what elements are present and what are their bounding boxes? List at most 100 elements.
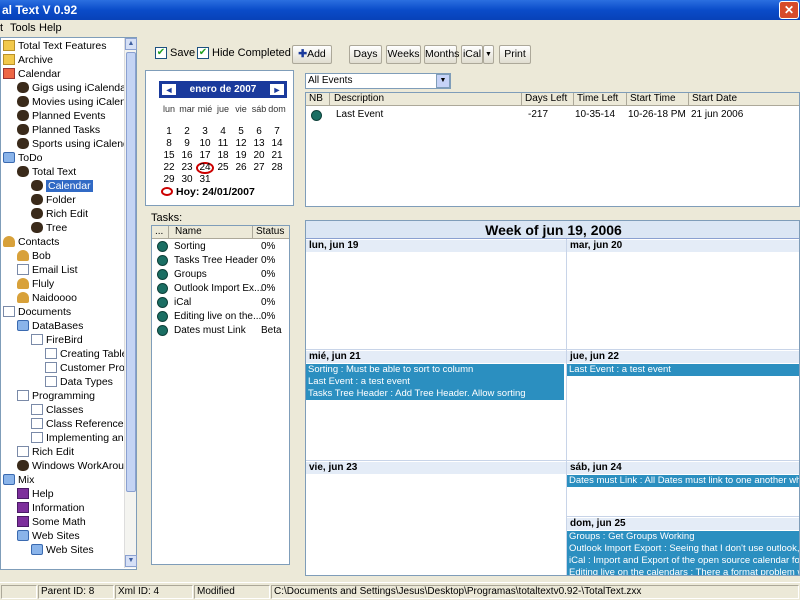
tree-node[interactable]: Planned Events <box>17 109 106 123</box>
tree-node[interactable]: Naidoooo <box>17 291 77 305</box>
day-header[interactable]: mar, jun 20 <box>567 240 799 252</box>
week-event[interactable]: Outlook Import Export : Seeing that I do… <box>567 543 799 555</box>
print-button[interactable]: Print <box>499 45 531 64</box>
calendar-day[interactable]: 10 <box>196 138 214 150</box>
calendar-day[interactable]: 2 <box>178 126 196 138</box>
scroll-thumb[interactable] <box>126 52 136 492</box>
tree-node[interactable]: Class Reference <box>31 417 124 431</box>
today-label[interactable]: Hoy: 24/01/2007 <box>161 186 255 198</box>
tree-node[interactable]: Sports using iCalendar <box>17 137 136 151</box>
ical-button[interactable]: iCal <box>461 45 483 64</box>
week-event[interactable]: Tasks Tree Header : Add Tree Header. All… <box>306 388 564 400</box>
tree-node[interactable]: Information <box>17 501 85 515</box>
close-button[interactable]: ✕ <box>779 1 799 19</box>
week-event[interactable]: Dates must Link : All Dates must link to… <box>567 475 799 487</box>
tree-node[interactable]: Calendar <box>3 67 61 81</box>
tree-node[interactable]: Total Text Features <box>3 39 107 53</box>
save-checkbox[interactable]: ✔ <box>155 47 167 59</box>
calendar-day[interactable]: 28 <box>268 162 286 174</box>
calendar-day[interactable]: 31 <box>196 174 214 186</box>
day-header[interactable]: sáb, jun 24 <box>567 462 799 474</box>
calendar-day[interactable]: 9 <box>178 138 196 150</box>
tree-scrollbar[interactable]: ▲ ▼ <box>124 38 137 568</box>
calendar-day[interactable]: 29 <box>160 174 178 186</box>
calendar-day[interactable]: 15 <box>160 150 178 162</box>
tasks-col-name[interactable]: Name <box>169 226 253 239</box>
tree-node[interactable]: Gigs using iCalendar <box>17 81 129 95</box>
calendar-day[interactable]: 13 <box>250 138 268 150</box>
task-row[interactable]: Editing live on the... 0% <box>152 310 289 324</box>
calendar-day[interactable]: 21 <box>268 150 286 162</box>
tree-node[interactable]: Contacts <box>3 235 59 249</box>
calendar-day[interactable]: 17 <box>196 150 214 162</box>
calendar-day[interactable]: 22 <box>160 162 178 174</box>
tree-node[interactable]: Archive <box>3 53 53 67</box>
tasks-col-marker[interactable]: ... <box>152 226 169 239</box>
tree-node[interactable]: Creating Tables <box>45 347 133 361</box>
calendar-day[interactable]: 23 <box>178 162 196 174</box>
calendar-day[interactable]: 12 <box>232 138 250 150</box>
tree-node[interactable]: Web Sites <box>31 543 94 557</box>
week-event[interactable]: Editing live on the calendars : There a … <box>567 567 799 575</box>
filter-dropdown-icon[interactable]: ▼ <box>436 74 450 88</box>
menu-file[interactable]: t <box>0 22 3 34</box>
tree-node[interactable]: Calendar <box>31 179 93 193</box>
scroll-down-icon[interactable]: ▼ <box>125 555 137 567</box>
day-header[interactable]: lun, jun 19 <box>306 240 566 252</box>
weeks-button[interactable]: Weeks <box>386 45 421 64</box>
tree-node[interactable]: Movies using iCalendar <box>17 95 136 109</box>
tree-node[interactable]: Email List <box>17 263 78 277</box>
tree-node[interactable]: FireBird <box>31 333 83 347</box>
week-event[interactable]: Groups : Get Groups Working <box>567 531 799 543</box>
events-col-start-time[interactable]: Start Time <box>627 93 689 106</box>
task-row[interactable]: Outlook Import Ex... 0% <box>152 282 289 296</box>
add-button[interactable]: ✚Add <box>292 45 332 64</box>
calendar-day[interactable]: 1 <box>160 126 178 138</box>
events-col-days-left[interactable]: Days Left <box>522 93 574 106</box>
prev-month-icon[interactable]: ◄ <box>161 83 177 96</box>
calendar-day[interactable]: 7 <box>268 126 286 138</box>
ical-dropdown-icon[interactable]: ▼ <box>483 45 494 64</box>
calendar-day[interactable]: 26 <box>232 162 250 174</box>
events-filter-select[interactable]: All Events <box>305 73 451 89</box>
task-row[interactable]: Dates must Link Beta <box>152 324 289 338</box>
hide-completed-checkbox[interactable]: ✔ <box>197 47 209 59</box>
calendar-day[interactable]: 5 <box>232 126 250 138</box>
calendar-day[interactable]: 18 <box>214 150 232 162</box>
day-header[interactable]: vie, jun 23 <box>306 462 566 474</box>
tree-node[interactable]: ToDo <box>3 151 43 165</box>
tree-node[interactable]: Tree <box>31 221 67 235</box>
menu-help[interactable]: Help <box>39 22 62 34</box>
calendar-day[interactable]: 3 <box>196 126 214 138</box>
months-button[interactable]: Months <box>424 45 459 64</box>
calendar-day[interactable]: 25 <box>214 162 232 174</box>
tree-node[interactable]: Windows WorkArounds <box>17 459 136 473</box>
day-header[interactable]: jue, jun 22 <box>567 351 799 363</box>
tree-node[interactable]: Help <box>17 487 54 501</box>
next-month-icon[interactable]: ► <box>269 83 285 96</box>
calendar-day[interactable]: 27 <box>250 162 268 174</box>
days-button[interactable]: Days <box>349 45 382 64</box>
tree-node[interactable]: Fluly <box>17 277 54 291</box>
tree-node[interactable]: Total Text <box>17 165 76 179</box>
calendar-day[interactable]: 30 <box>178 174 196 186</box>
tree-node[interactable]: Programming <box>17 389 95 403</box>
calendar-day[interactable]: 6 <box>250 126 268 138</box>
week-event[interactable]: Last Event : a test event <box>567 364 799 376</box>
week-event[interactable]: Sorting : Must be able to sort to column <box>306 364 564 376</box>
calendar-day[interactable]: 11 <box>214 138 232 150</box>
events-col-start-date[interactable]: Start Date <box>689 93 799 106</box>
task-row[interactable]: iCal 0% <box>152 296 289 310</box>
tree-node[interactable]: Planned Tasks <box>17 123 100 137</box>
events-col-time-left[interactable]: Time Left <box>574 93 627 106</box>
tree-node[interactable]: Implementing an Interfa <box>31 431 136 445</box>
task-row[interactable]: Tasks Tree Header 0% <box>152 254 289 268</box>
calendar-day[interactable]: 8 <box>160 138 178 150</box>
calendar-day[interactable]: 4 <box>214 126 232 138</box>
week-event[interactable]: Last Event : a test event <box>306 376 564 388</box>
events-col-description[interactable]: Description <box>330 93 522 106</box>
calendar-day[interactable]: 16 <box>178 150 196 162</box>
tree-node[interactable]: Mix <box>3 473 34 487</box>
day-header[interactable]: mié, jun 21 <box>306 351 566 363</box>
task-row[interactable]: Sorting 0% <box>152 240 289 254</box>
